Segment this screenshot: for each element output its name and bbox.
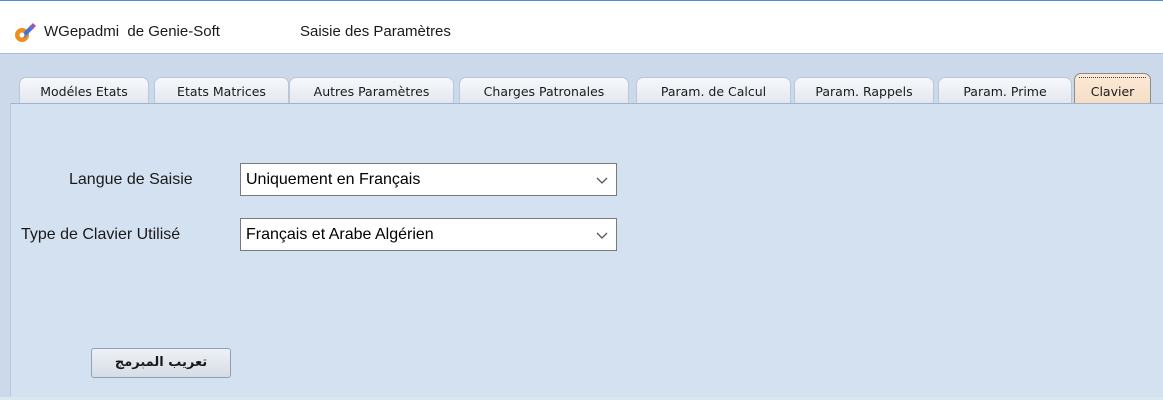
tab-clavier[interactable]: Clavier <box>1074 73 1151 104</box>
tab-autres-parametres[interactable]: Autres Paramètres <box>289 77 454 103</box>
type-clavier-select[interactable]: Français et Arabe Algérien <box>240 218 617 251</box>
langue-saisie-value: Uniquement en Français <box>246 171 421 188</box>
app-logo-icon <box>15 23 36 42</box>
tab-etats-matrices[interactable]: Etats Matrices <box>154 77 289 103</box>
tab-param-rappels[interactable]: Param. Rappels <box>794 77 934 103</box>
title-bar: WGepadmi de Genie-Soft Saisie des Paramè… <box>0 1 1163 53</box>
type-clavier-value: Français et Arabe Algérien <box>246 226 434 243</box>
tab-charges-patronales[interactable]: Charges Patronales <box>459 77 629 103</box>
tab-modeles-etats[interactable]: Modéles Etats <box>19 77 149 103</box>
arabize-program-button[interactable]: تعريب المبرمج <box>91 348 231 378</box>
chevron-down-icon[interactable] <box>596 175 608 185</box>
tab-param-prime[interactable]: Param. Prime <box>938 77 1072 103</box>
app-title: WGepadmi de Genie-Soft <box>44 23 220 40</box>
langue-saisie-label: Langue de Saisie <box>69 171 193 188</box>
window-title: Saisie des Paramètres <box>300 23 451 40</box>
chevron-down-icon[interactable] <box>596 230 608 240</box>
tab-param-de-calcul[interactable]: Param. de Calcul <box>636 77 791 103</box>
tab-strip: Modéles Etats Etats Matrices Autres Para… <box>12 73 1163 104</box>
langue-saisie-select[interactable]: Uniquement en Français <box>240 163 617 196</box>
type-clavier-label: Type de Clavier Utilisé <box>21 226 181 243</box>
